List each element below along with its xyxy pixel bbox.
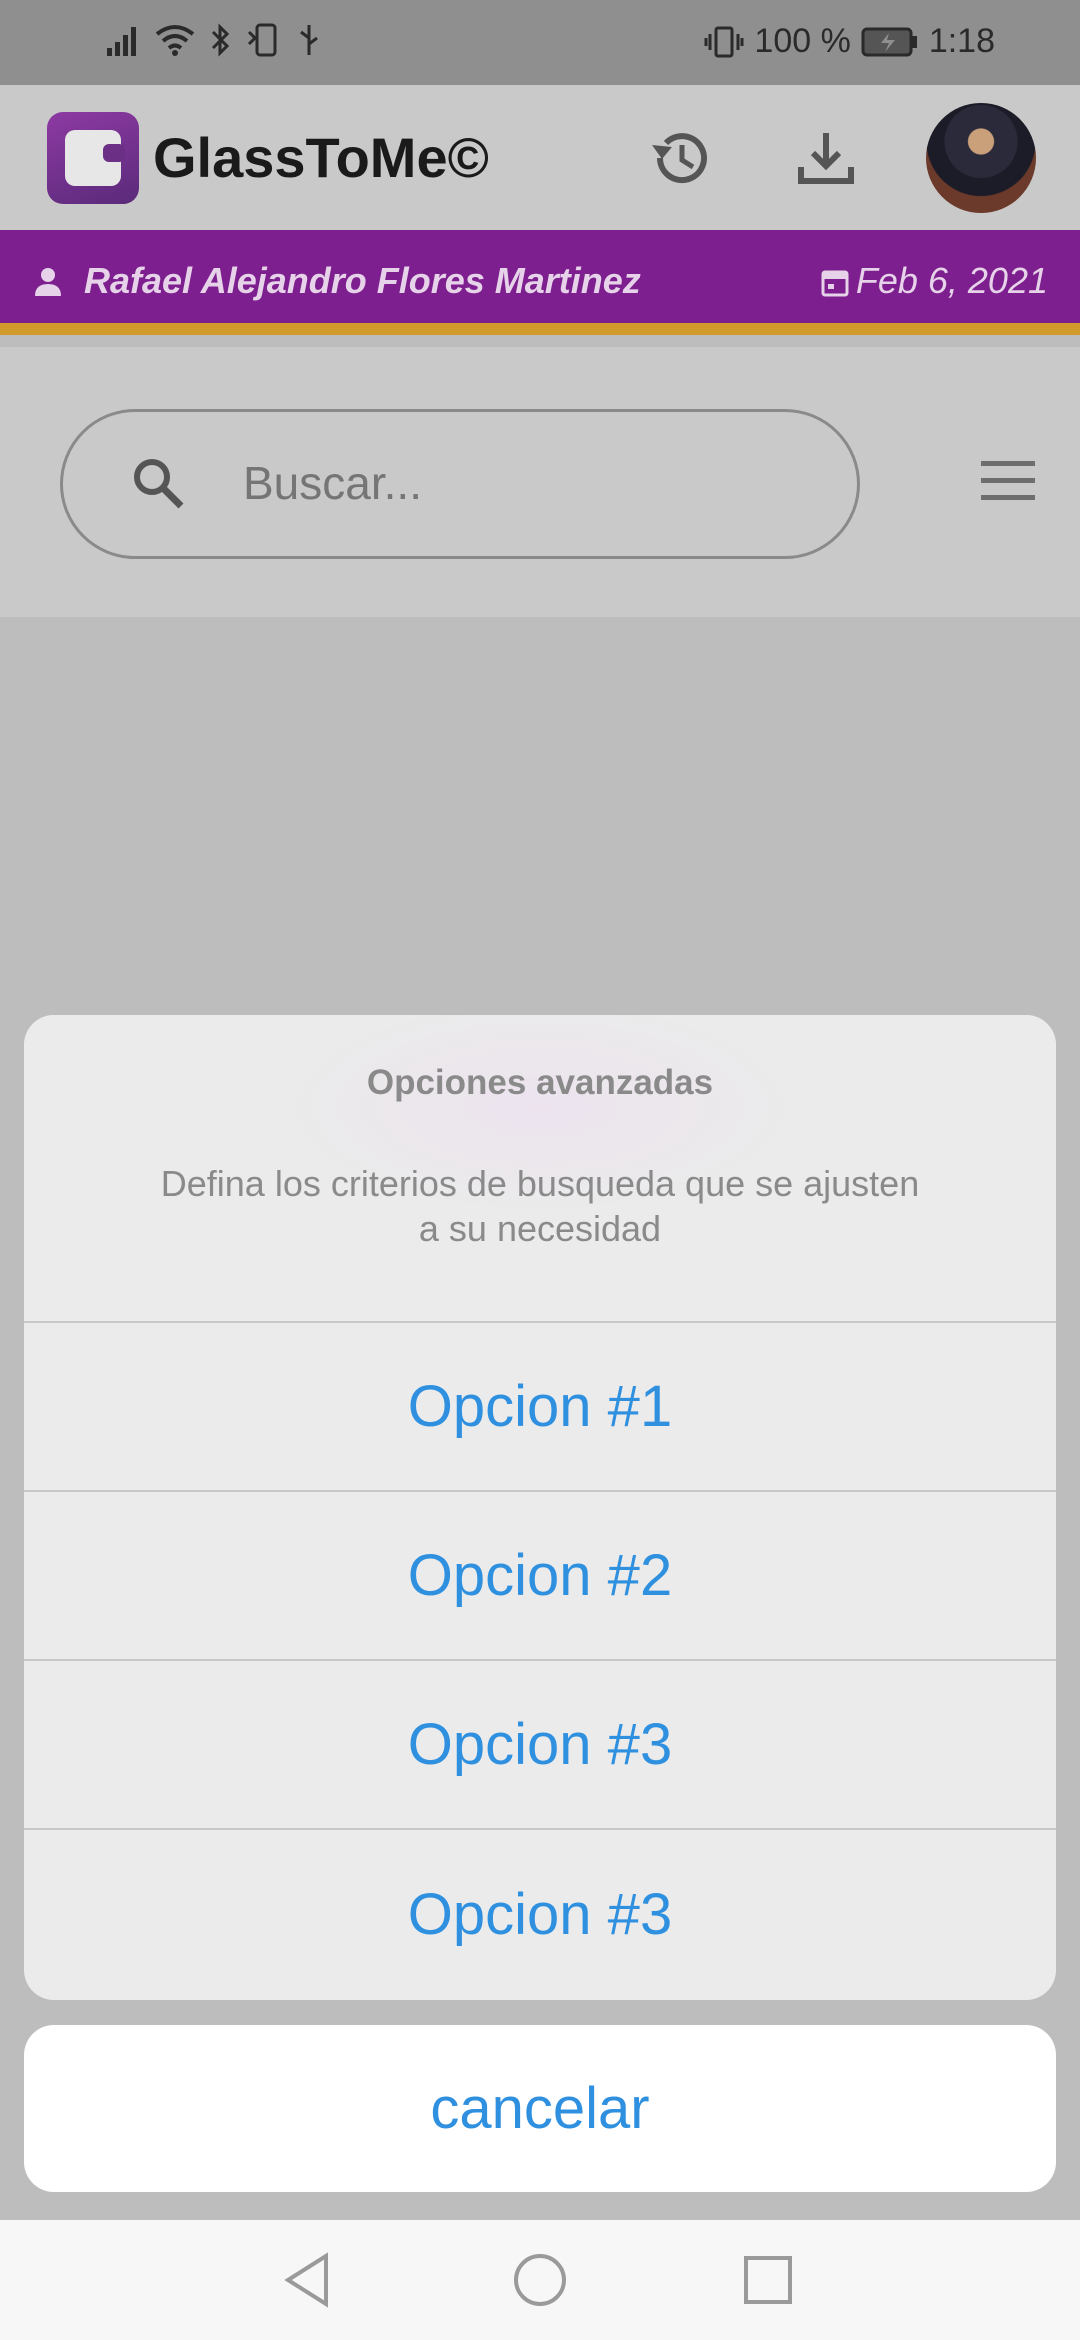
phone-data-icon (247, 23, 277, 57)
usb-icon (300, 25, 318, 55)
menu-icon[interactable] (979, 459, 1037, 503)
option-1-button[interactable]: Opcion #1 (24, 1323, 1056, 1492)
action-sheet-title: Opciones avanzadas (366, 1063, 714, 1102)
action-sheet: Opciones avanzadas Defina los criterios … (24, 1015, 1056, 2000)
back-icon[interactable] (278, 2250, 338, 2310)
search-area (0, 347, 1080, 617)
download-icon[interactable] (793, 125, 859, 191)
app-logo (47, 112, 139, 204)
signal-icon (107, 27, 136, 56)
search-box[interactable] (60, 409, 860, 559)
app-title: GlassToMe© (153, 126, 489, 189)
search-input[interactable] (243, 456, 803, 510)
battery-icon (861, 27, 917, 56)
app-bar: GlassToMe© (0, 85, 1080, 230)
status-icons-right: 100 % 1:18 (704, 22, 995, 61)
clock: 1:18 (928, 22, 995, 60)
option-2-button[interactable]: Opcion #2 (24, 1492, 1056, 1661)
search-icon (134, 459, 184, 509)
action-sheet-header: Opciones avanzadas Defina los criterios … (24, 1015, 1056, 1323)
system-nav-bar (0, 2220, 1080, 2340)
option-4-button[interactable]: Opcion #3 (24, 1830, 1056, 1999)
user-bar: Rafael Alejandro Flores Martinez Feb 6, … (0, 230, 1080, 335)
recents-icon[interactable] (738, 2250, 798, 2310)
history-icon[interactable] (646, 125, 712, 191)
cancel-button[interactable]: cancelar (24, 2025, 1056, 2192)
wifi-icon (155, 25, 195, 56)
calendar-icon (821, 270, 849, 297)
bluetooth-icon (211, 23, 230, 57)
status-icons-left (105, 22, 321, 58)
date-label: Feb 6, 2021 (855, 260, 1048, 301)
person-icon (35, 268, 61, 296)
battery-percent: 100 % (754, 22, 851, 60)
vibrate-icon (704, 26, 744, 57)
option-3-button[interactable]: Opcion #3 (24, 1661, 1056, 1830)
avatar[interactable] (926, 103, 1036, 213)
status-bar: 100 % 1:18 (0, 0, 1080, 85)
user-name: Rafael Alejandro Flores Martinez (84, 260, 641, 301)
home-icon[interactable] (510, 2250, 570, 2310)
action-sheet-message: Defina los criterios de busqueda que se … (160, 1163, 920, 1249)
